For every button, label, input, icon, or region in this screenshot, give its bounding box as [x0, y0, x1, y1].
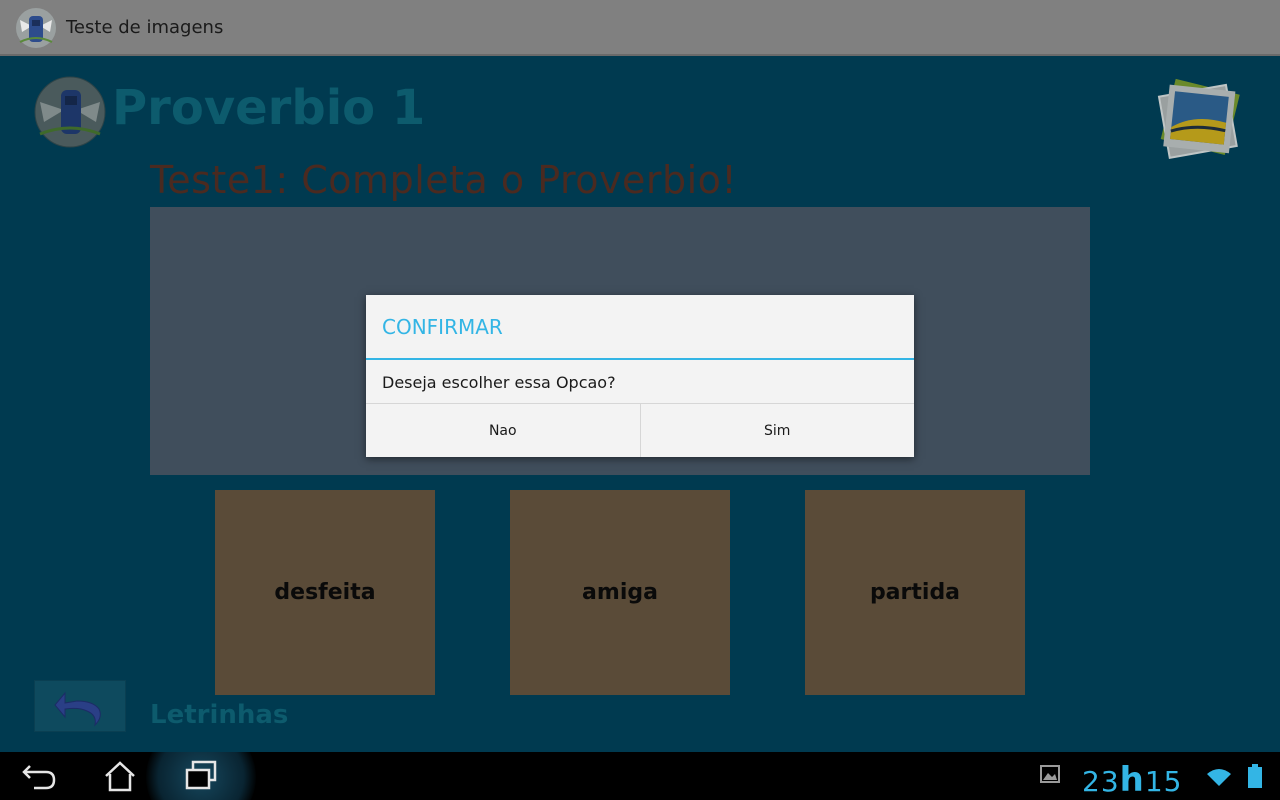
dialog-divider — [366, 358, 914, 360]
wifi-icon — [1207, 769, 1231, 786]
undo-button[interactable] — [34, 680, 126, 732]
app-title: Teste de imagens — [66, 17, 224, 38]
quiz-title: Teste1: Completa o Proverbio! — [150, 158, 738, 202]
battery-icon — [1248, 764, 1262, 788]
no-button[interactable]: Nao — [366, 404, 640, 457]
photo-gallery-icon[interactable] — [1150, 74, 1250, 170]
dialog-title: CONFIRMAR — [382, 315, 503, 339]
option-desfeita[interactable]: desfeita — [215, 490, 435, 695]
option-amiga[interactable]: amiga — [510, 490, 730, 695]
system-nav-bar: 23h15 — [0, 752, 1280, 800]
page-title: Proverbio 1 — [112, 80, 426, 136]
dialog-message: Deseja escolher essa Opcao? — [382, 373, 616, 392]
clock-minutes: 15 — [1144, 765, 1183, 798]
app-logo-icon[interactable] — [14, 6, 58, 50]
undo-arrow-icon — [54, 691, 101, 727]
confirm-dialog: CONFIRMAR Deseja escolher essa Opcao? Na… — [366, 295, 914, 457]
home-icon[interactable] — [98, 758, 142, 794]
option-partida[interactable]: partida — [805, 490, 1025, 695]
status-clock[interactable]: 23h15 — [1082, 760, 1183, 800]
avatar — [34, 76, 106, 148]
clock-separator: h — [1119, 760, 1145, 800]
back-icon[interactable] — [18, 758, 62, 794]
yes-button[interactable]: Sim — [639, 404, 915, 457]
recent-apps-icon[interactable] — [179, 758, 223, 794]
clock-hours: 23 — [1082, 765, 1120, 798]
dialog-button-bar: Nao Sim — [366, 403, 914, 457]
image-notification-icon[interactable] — [1040, 764, 1060, 784]
footer-label: Letrinhas — [150, 700, 289, 730]
action-bar: Teste de imagens — [0, 0, 1280, 56]
